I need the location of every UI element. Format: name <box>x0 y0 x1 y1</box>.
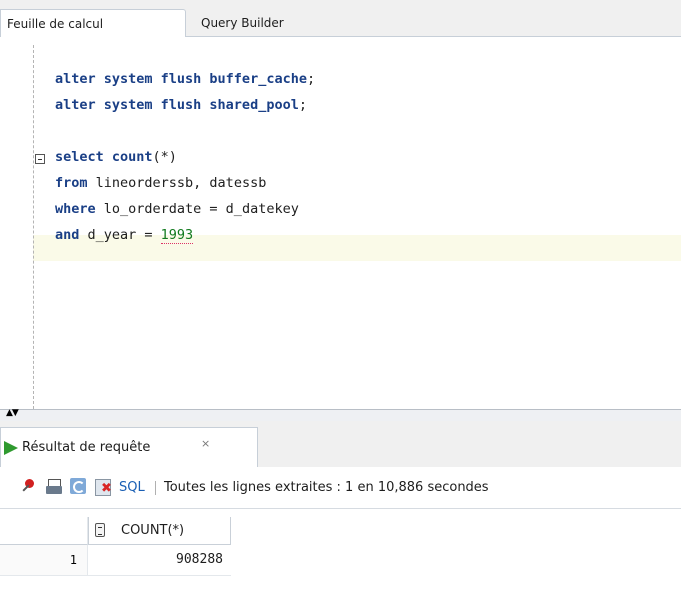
column-type-icon <box>95 523 105 537</box>
tab-query-builder[interactable]: Query Builder <box>191 9 351 37</box>
run-result-icon <box>4 441 18 455</box>
close-tab-icon[interactable]: × <box>201 437 210 450</box>
row-divider <box>0 575 231 576</box>
tab-feuille-de-calcul[interactable]: Feuille de calcul <box>0 9 186 37</box>
result-tab-label: Résultat de requête <box>22 440 151 455</box>
result-tab-bar: Résultat de requête × <box>0 421 681 467</box>
table-cell[interactable]: 908288 <box>88 545 231 575</box>
pin-icon[interactable] <box>20 478 38 496</box>
status-text: Toutes les lignes extraites : 1 en 10,88… <box>164 480 489 495</box>
fold-guide <box>33 45 34 409</box>
code-line-1: alter system flush buffer_cache; <box>55 71 316 87</box>
column-header-count[interactable]: COUNT(*) <box>88 517 231 545</box>
print-icon[interactable] <box>45 478 63 496</box>
fold-collapse-icon[interactable] <box>35 154 45 164</box>
splitter-arrows-icon[interactable]: ▲▼ <box>6 408 19 418</box>
grid-corner <box>0 517 88 545</box>
cancel-query-icon[interactable] <box>95 478 113 496</box>
table-row[interactable]: 1 908288 <box>0 545 681 575</box>
code-line-7: and d_year = 1993 <box>55 227 194 244</box>
code-line-4: select count(*) <box>55 149 177 165</box>
tab-query-result[interactable]: Résultat de requête × <box>0 427 258 467</box>
sql-editor[interactable]: alter system flush buffer_cache; alter s… <box>0 37 681 409</box>
code-line-5: from lineorderssb, datessb <box>55 175 267 191</box>
result-toolbar: SQL Toutes les lignes extraites : 1 en 1… <box>0 467 681 509</box>
pane-splitter[interactable]: ▲▼ <box>0 408 681 421</box>
row-number: 1 <box>0 545 88 575</box>
toolbar-separator <box>155 481 156 495</box>
refresh-icon[interactable] <box>70 478 88 496</box>
sql-link[interactable]: SQL <box>119 480 145 495</box>
code-line-2: alter system flush shared_pool; <box>55 97 307 113</box>
result-grid: COUNT(*) 1 908288 <box>0 509 681 592</box>
column-header-label: COUNT(*) <box>121 523 185 538</box>
editor-tab-bar: Feuille de calcul Query Builder <box>0 0 681 37</box>
code-line-6: where lo_orderdate = d_datekey <box>55 201 299 217</box>
